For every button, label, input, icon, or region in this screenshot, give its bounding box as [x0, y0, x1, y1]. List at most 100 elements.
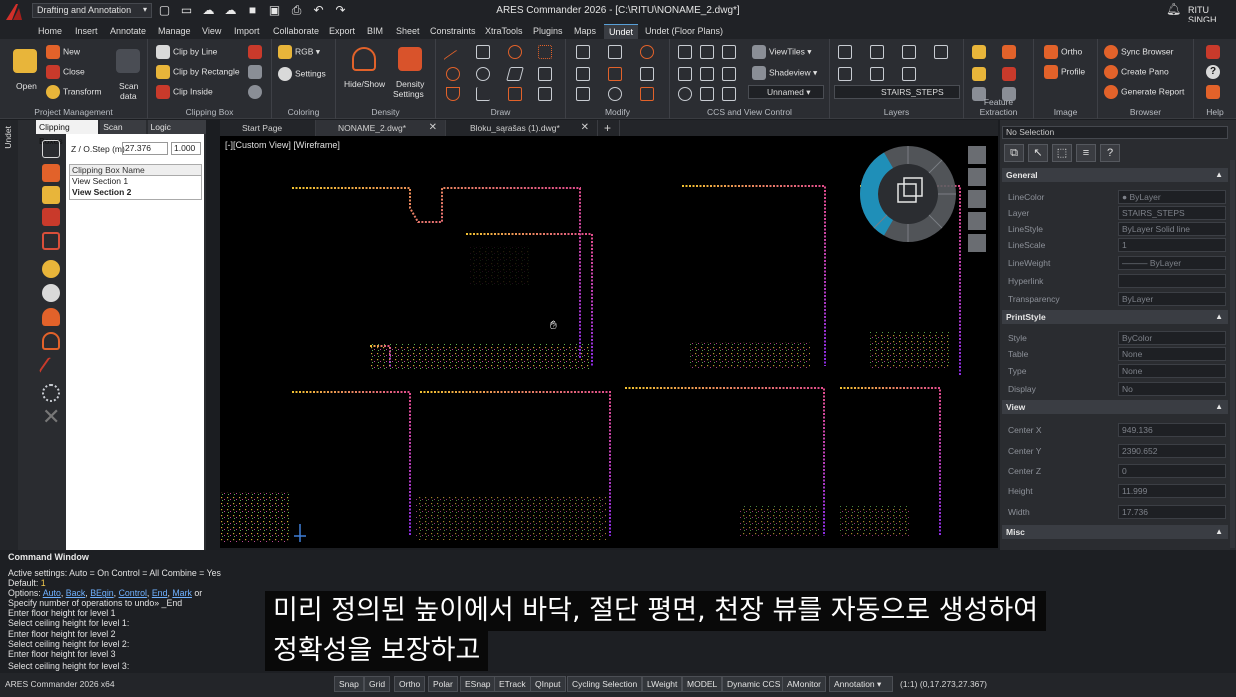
help-icon[interactable]: ?	[1100, 144, 1120, 162]
layer-match-icon[interactable]	[902, 67, 916, 81]
prop-value[interactable]	[1118, 274, 1226, 288]
mirror-tool-icon[interactable]	[576, 67, 590, 81]
option-link[interactable]: End	[152, 588, 168, 598]
qinput-toggle[interactable]: QInput	[530, 676, 566, 692]
tab-undet-floor-plans[interactable]: Undet (Floor Plans)	[645, 24, 723, 39]
generate-report-button[interactable]: Generate Report	[1104, 85, 1184, 99]
prop-value[interactable]: ● ByLayer	[1118, 190, 1226, 204]
z-step-input[interactable]: 1.000	[171, 142, 201, 155]
prop-value[interactable]: 11.999	[1118, 484, 1226, 498]
scan-data-button[interactable]: Scan	[119, 81, 138, 91]
tab-logic-classes[interactable]: Logic Classes	[147, 120, 206, 146]
copy-tool-icon[interactable]	[608, 45, 622, 59]
section-view[interactable]: View ▲	[1002, 400, 1228, 414]
manual-icon[interactable]	[1206, 45, 1220, 59]
section-misc[interactable]: Misc ▲	[1002, 525, 1228, 539]
new-project-button[interactable]: New	[46, 45, 80, 59]
cloud-fill-icon[interactable]	[42, 308, 60, 326]
navigation-wheel[interactable]	[860, 146, 956, 242]
option-link[interactable]: Auto	[43, 588, 61, 598]
prop-value[interactable]: STAIRS_STEPS	[1118, 206, 1226, 220]
move-tool-icon[interactable]	[576, 45, 590, 59]
ccs-y-icon[interactable]	[722, 67, 736, 81]
list-header[interactable]: Clipping Box Name	[70, 165, 201, 176]
layer-state-icon[interactable]	[870, 45, 884, 59]
section-general[interactable]: General ▲	[1002, 168, 1228, 182]
prop-value[interactable]: 2390.652	[1118, 444, 1226, 458]
clip-line-tool-icon[interactable]	[42, 140, 60, 158]
prop-value[interactable]: 949.136	[1118, 423, 1226, 437]
ccs-world-icon[interactable]	[678, 45, 692, 59]
hide-show-button[interactable]: Hide/Show	[344, 79, 385, 89]
ellipse-tool-icon[interactable]	[476, 67, 490, 81]
tab-xtratools[interactable]: XtraTools	[485, 24, 523, 39]
prop-value[interactable]: 17.736	[1118, 505, 1226, 519]
rectangle-tool-icon[interactable]	[476, 45, 490, 59]
prop-value[interactable]: ByLayer Solid line	[1118, 222, 1226, 236]
help-icon[interactable]: ?	[1206, 65, 1220, 79]
layer-dropdown[interactable]: STAIRS_STEPS	[834, 85, 960, 99]
tab-bim[interactable]: BIM	[367, 24, 383, 39]
view-navigation-bar[interactable]	[968, 146, 986, 252]
prop-value[interactable]: No	[1118, 382, 1226, 396]
viewport-label[interactable]: [-][Custom View] [Wireframe]	[225, 140, 340, 150]
prop-value[interactable]: ——— ByLayer	[1118, 256, 1226, 270]
prop-value[interactable]: 1	[1118, 238, 1226, 252]
cloud-icon[interactable]	[352, 47, 376, 71]
prop-value[interactable]: 0	[1118, 464, 1226, 478]
extract-edges-icon[interactable]	[972, 45, 986, 59]
dimension-tool-icon[interactable]	[476, 87, 490, 101]
prop-value[interactable]: ByLayer	[1118, 292, 1226, 306]
target-icon[interactable]	[42, 384, 60, 402]
ccs-z-icon[interactable]	[678, 87, 692, 101]
fillet-tool-icon[interactable]	[608, 87, 622, 101]
rotate-tool-icon[interactable]	[640, 45, 654, 59]
amonitor-toggle[interactable]: AMonitor	[782, 676, 827, 692]
ccs-origin-icon[interactable]	[678, 67, 692, 81]
close-icon[interactable]: ✕	[429, 120, 437, 136]
clip-rectangle-tool-icon[interactable]	[42, 164, 60, 182]
option-link[interactable]: Control	[119, 588, 147, 598]
dynamic-ccs-toggle[interactable]: Dynamic CCS	[722, 676, 786, 692]
point-tool-icon[interactable]	[538, 45, 552, 59]
clip-inside-tool-icon[interactable]	[42, 208, 60, 226]
ccs-object-icon[interactable]	[700, 45, 714, 59]
clip-box-tool-icon[interactable]	[42, 186, 60, 204]
open-button[interactable]: Open	[16, 81, 37, 91]
circle-tool-icon[interactable]	[446, 67, 460, 81]
stretch-tool-icon[interactable]	[640, 67, 654, 81]
layer-isolate-icon[interactable]	[902, 45, 916, 59]
support-icon[interactable]	[1206, 85, 1220, 99]
layer-manager-icon[interactable]	[838, 45, 852, 59]
tab-export[interactable]: Export	[329, 24, 355, 39]
select-objects-icon[interactable]: ⧉	[1004, 144, 1024, 162]
explode-tool-icon[interactable]	[640, 87, 654, 101]
grid-toggle[interactable]: Grid	[364, 676, 391, 692]
profile-button[interactable]: Profile	[1044, 65, 1085, 79]
polar-toggle[interactable]: Polar	[428, 676, 458, 692]
extract-lines-icon[interactable]	[972, 67, 986, 81]
sync-browser-button[interactable]: Sync Browser	[1104, 45, 1173, 59]
option-link[interactable]: BEgin	[90, 588, 113, 598]
doc-tab-bloku[interactable]: Bloku_sąrašas (1).dwg* ✕	[448, 120, 598, 136]
layer-freeze-icon[interactable]	[934, 45, 948, 59]
cloud-outline-icon[interactable]	[42, 332, 60, 350]
named-view-dropdown[interactable]: Unnamed ▾	[748, 85, 824, 99]
close-icon[interactable]: ✕	[581, 120, 589, 136]
tab-undet[interactable]: Undet	[604, 24, 639, 39]
quick-select-icon[interactable]: ⬚	[1052, 144, 1072, 162]
prop-value[interactable]: ByColor	[1118, 331, 1226, 345]
rgb-dropdown[interactable]: RGB ▾	[278, 45, 320, 59]
esnap-toggle[interactable]: ESnap	[460, 676, 496, 692]
delete-icon[interactable]: ✕	[42, 406, 60, 428]
properties-scrollbar[interactable]	[1230, 160, 1235, 548]
polygon-tool-icon[interactable]	[506, 67, 524, 81]
tab-home[interactable]: Home	[38, 24, 62, 39]
viewtiles-button[interactable]: ViewTiles ▾	[752, 45, 812, 59]
tab-collaborate[interactable]: Collaborate	[273, 24, 319, 39]
coloring-settings-button[interactable]: Settings	[278, 67, 326, 81]
clip-box-icon[interactable]	[248, 45, 262, 59]
clip-by-rectangle-button[interactable]: Clip by Rectangle	[156, 65, 240, 79]
tab-sheet[interactable]: Sheet	[396, 24, 420, 39]
tab-plugins[interactable]: Plugins	[533, 24, 563, 39]
